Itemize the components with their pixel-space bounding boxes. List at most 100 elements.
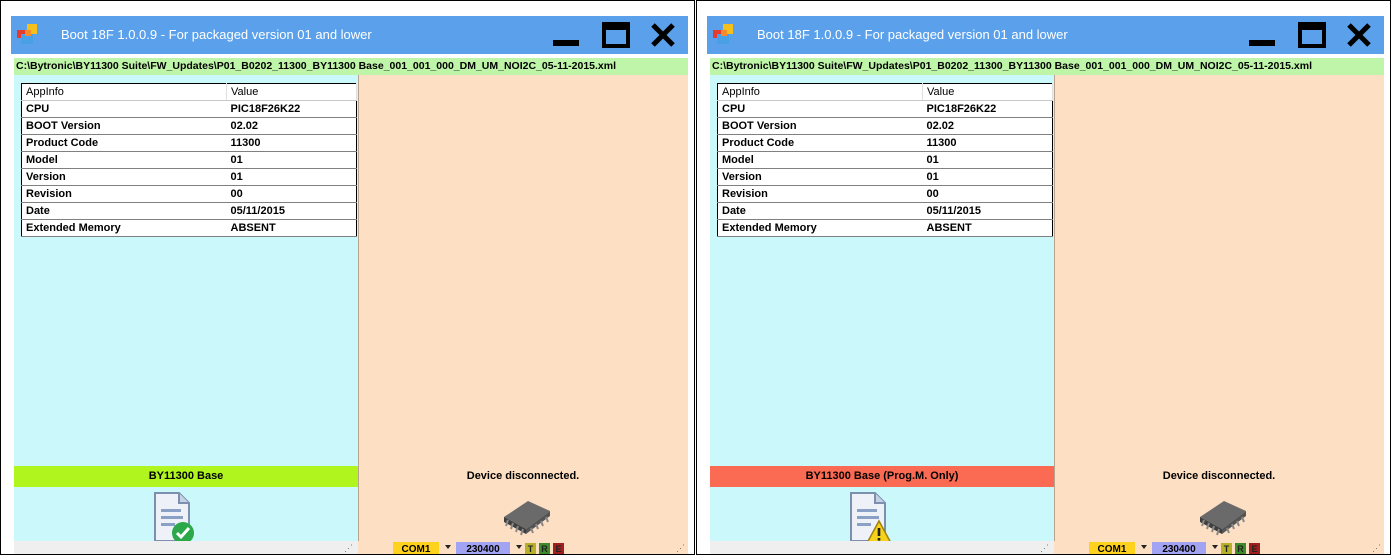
row-value: PIC18F26K22 (922, 100, 1053, 118)
chip-icon (504, 501, 550, 536)
tx-indicator: T (1221, 543, 1232, 554)
chip-icon (1200, 501, 1246, 536)
device-status-text: Device disconnected. (466, 470, 580, 482)
chevron-down-icon[interactable] (1212, 545, 1218, 549)
app-logo-icon (713, 24, 733, 44)
row-key: Date (21, 202, 227, 220)
row-value: 01 (922, 168, 1053, 186)
column-header-value[interactable]: Value (226, 83, 357, 101)
row-value: 05/11/2015 (226, 202, 357, 220)
table-header-row: AppInfo Value (21, 83, 357, 101)
app-logo-icon (17, 24, 37, 44)
error-indicator: E (1249, 543, 1260, 554)
error-indicator: E (553, 543, 564, 554)
row-value: 02.02 (226, 117, 357, 135)
table-row[interactable]: BOOT Version 02.02 (21, 117, 357, 135)
minimize-icon[interactable] (551, 20, 581, 50)
row-key: Product Code (717, 134, 923, 152)
row-key: Version (21, 168, 227, 186)
row-value: ABSENT (226, 219, 357, 237)
close-icon[interactable] (1344, 20, 1374, 50)
row-key: CPU (21, 100, 227, 118)
firmware-file-path: C:\Bytronic\BY11300 Suite\FW_Updates\P01… (710, 58, 1384, 75)
bootloader-window-right: Boot 18F 1.0.0.9 - For packaged version … (696, 0, 1391, 555)
table-row[interactable]: CPU PIC18F26K22 (717, 100, 1053, 118)
table-row[interactable]: Extended Memory ABSENT (717, 219, 1053, 237)
row-key: Extended Memory (717, 219, 923, 237)
row-key: Product Code (21, 134, 227, 152)
chevron-down-icon[interactable] (1141, 545, 1147, 549)
window-title: Boot 18F 1.0.0.9 - For packaged version … (61, 27, 372, 42)
com-port-select[interactable]: COM1 (1089, 542, 1135, 554)
baud-rate-select[interactable]: 230400 (456, 542, 510, 554)
row-value: 01 (226, 151, 357, 169)
bootloader-window-left: Boot 18F 1.0.0.9 - For packaged version … (0, 0, 695, 555)
row-key: Revision (21, 185, 227, 203)
chevron-down-icon[interactable] (445, 545, 451, 549)
table-row[interactable]: Date 05/11/2015 (717, 202, 1053, 220)
column-header-value[interactable]: Value (922, 83, 1053, 101)
resize-grip-icon[interactable]: ⋰ (1372, 543, 1381, 554)
row-value: ABSENT (922, 219, 1053, 237)
window-title: Boot 18F 1.0.0.9 - For packaged version … (757, 27, 1068, 42)
resize-grip-icon[interactable]: ⋰ (344, 543, 353, 554)
row-key: Extended Memory (21, 219, 227, 237)
close-icon[interactable] (648, 20, 678, 50)
row-key: BOOT Version (717, 117, 923, 135)
table-header-row: AppInfo Value (717, 83, 1053, 101)
row-value: 00 (226, 185, 357, 203)
resize-grip-icon[interactable]: ⋰ (676, 543, 685, 554)
row-key: CPU (717, 100, 923, 118)
firmware-status-bar: BY11300 Base (Prog.M. Only) (710, 466, 1054, 487)
row-key: BOOT Version (21, 117, 227, 135)
row-value: 05/11/2015 (922, 202, 1053, 220)
table-row[interactable]: Product Code 11300 (21, 134, 357, 152)
maximize-icon[interactable] (1297, 20, 1327, 50)
app-info-table: AppInfo Value CPU PIC18F26K22 BOOT Versio… (717, 83, 1053, 237)
row-key: Version (717, 168, 923, 186)
row-value: 01 (226, 168, 357, 186)
device-status-text: Device disconnected. (1162, 470, 1276, 482)
table-row[interactable]: BOOT Version 02.02 (717, 117, 1053, 135)
table-row[interactable]: Product Code 11300 (717, 134, 1053, 152)
row-value: PIC18F26K22 (226, 100, 357, 118)
title-bar[interactable]: Boot 18F 1.0.0.9 - For packaged version … (11, 16, 688, 54)
table-row[interactable]: Model 01 (717, 151, 1053, 169)
column-header-appinfo[interactable]: AppInfo (717, 83, 923, 101)
chevron-down-icon[interactable] (516, 545, 522, 549)
document-check-icon[interactable] (149, 491, 197, 545)
row-key: Model (717, 151, 923, 169)
title-bar[interactable]: Boot 18F 1.0.0.9 - For packaged version … (707, 16, 1384, 54)
table-row[interactable]: Revision 00 (21, 185, 357, 203)
firmware-file-path: C:\Bytronic\BY11300 Suite\FW_Updates\P01… (14, 58, 688, 75)
table-row[interactable]: Extended Memory ABSENT (21, 219, 357, 237)
table-row[interactable]: Version 01 (21, 168, 357, 186)
status-strip: ⋰ (710, 541, 1054, 554)
rx-indicator: R (1235, 543, 1246, 554)
row-value: 00 (922, 185, 1053, 203)
firmware-status-bar: BY11300 Base (14, 466, 358, 487)
column-header-appinfo[interactable]: AppInfo (21, 83, 227, 101)
table-row[interactable]: Revision 00 (717, 185, 1053, 203)
document-warning-icon[interactable] (845, 491, 893, 545)
row-value: 11300 (226, 134, 357, 152)
row-key: Model (21, 151, 227, 169)
row-value: 01 (922, 151, 1053, 169)
row-key: Revision (717, 185, 923, 203)
status-strip: ⋰ (14, 541, 358, 554)
row-key: Date (717, 202, 923, 220)
row-value: 02.02 (922, 117, 1053, 135)
table-row[interactable]: Model 01 (21, 151, 357, 169)
resize-grip-icon[interactable]: ⋰ (1040, 543, 1049, 554)
app-info-table: AppInfo Value CPU PIC18F26K22 BOOT Versio… (21, 83, 357, 237)
row-value: 11300 (922, 134, 1053, 152)
maximize-icon[interactable] (601, 20, 631, 50)
minimize-icon[interactable] (1247, 20, 1277, 50)
table-row[interactable]: CPU PIC18F26K22 (21, 100, 357, 118)
rx-indicator: R (539, 543, 550, 554)
tx-indicator: T (525, 543, 536, 554)
table-row[interactable]: Version 01 (717, 168, 1053, 186)
baud-rate-select[interactable]: 230400 (1152, 542, 1206, 554)
com-port-select[interactable]: COM1 (393, 542, 439, 554)
table-row[interactable]: Date 05/11/2015 (21, 202, 357, 220)
